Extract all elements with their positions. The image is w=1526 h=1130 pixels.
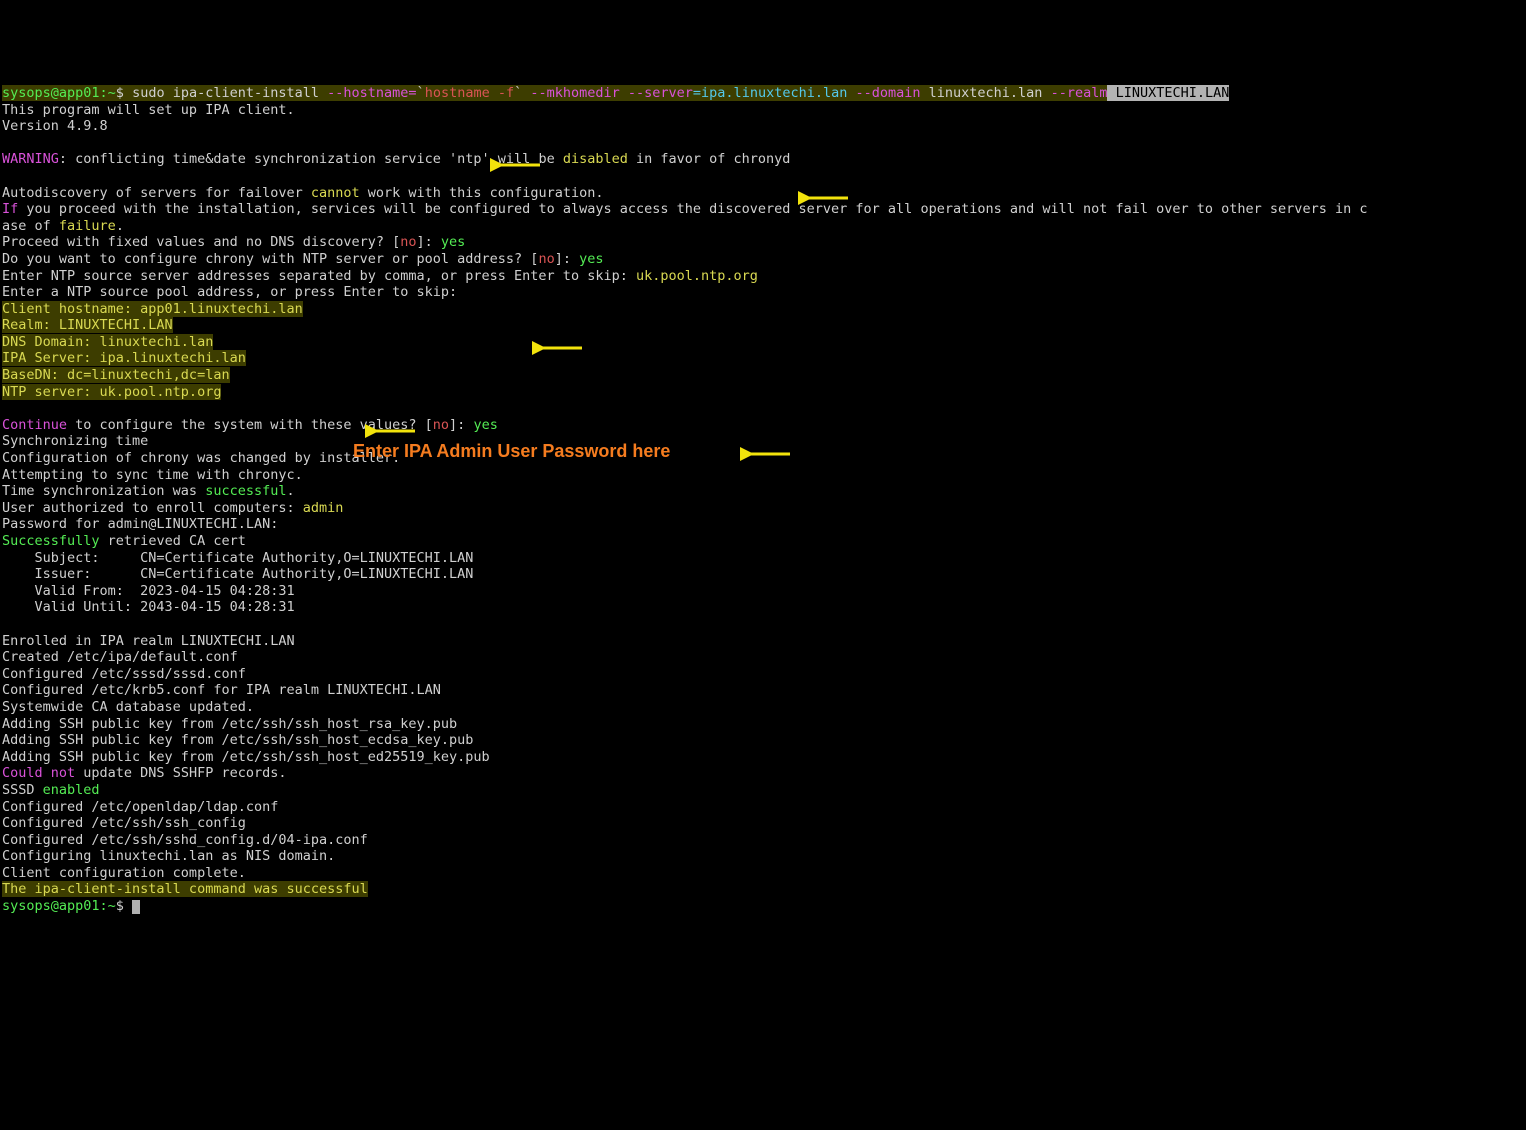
line: Autodiscovery of servers for failover: [2, 185, 311, 201]
line: retrieved CA cert: [100, 533, 246, 549]
line: Adding SSH public key from /etc/ssh/ssh_…: [2, 716, 457, 732]
line: Valid From: 2023-04-15 04:28:31: [2, 583, 295, 599]
line: Subject: CN=Certificate Authority,O=LINU…: [2, 550, 473, 566]
line: Time synchronization was: [2, 483, 205, 499]
info-ntp: NTP server: uk.pool.ntp.org: [2, 384, 221, 400]
info-ipa-server: IPA Server: ipa.linuxtechi.lan: [2, 350, 246, 366]
final-successful: successful: [286, 881, 367, 897]
no: no: [400, 234, 416, 250]
if-label: If: [2, 201, 18, 217]
cmd-hostname-val: hostname -f: [425, 85, 514, 101]
cmd-domain-flag: --domain: [855, 85, 920, 101]
yes: yes: [473, 417, 497, 433]
cmd-realm-flag: --realm: [1051, 85, 1108, 101]
backtick: `: [417, 85, 425, 101]
line: to configure the system with these value…: [67, 417, 433, 433]
line: Enter NTP source server addresses separa…: [2, 268, 636, 284]
line: Adding SSH public key from /etc/ssh/ssh_…: [2, 732, 473, 748]
line: you proceed with the installation, servi…: [18, 201, 1367, 217]
line: This program will set up IPA client.: [2, 102, 295, 118]
line: Client configuration complete.: [2, 865, 246, 881]
line: Created /etc/ipa/default.conf: [2, 649, 238, 665]
line: Configured /etc/sssd/sssd.conf: [2, 666, 246, 682]
info-basedn: BaseDN: dc=linuxtechi,dc=lan: [2, 367, 230, 383]
line: Configuring linuxtechi.lan as NIS domain…: [2, 848, 335, 864]
failure: failure: [59, 218, 116, 234]
yes: yes: [441, 234, 465, 250]
line: ]:: [449, 417, 473, 433]
line: Do you want to configure chrony with NTP…: [2, 251, 538, 267]
line: .: [286, 483, 294, 499]
line: Synchronizing time: [2, 433, 148, 449]
ps1-dollar: $: [116, 898, 132, 914]
line: update DNS SSHFP records.: [75, 765, 286, 781]
ntp-server: uk.pool.ntp.org: [636, 268, 758, 284]
admin-user: admin: [303, 500, 344, 516]
warn-disabled: disabled: [563, 151, 628, 167]
cannot: cannot: [311, 185, 360, 201]
yes: yes: [579, 251, 603, 267]
line: Configured /etc/krb5.conf for IPA realm …: [2, 682, 441, 698]
line: Attempting to sync time with chronyc.: [2, 467, 303, 483]
line: Configured /etc/ssh/ssh_config: [2, 815, 246, 831]
no: no: [538, 251, 554, 267]
line: in favor of chronyd: [628, 151, 791, 167]
ps1-dollar: $: [116, 85, 132, 101]
successfully: Successfully: [2, 533, 100, 549]
cursor-block[interactable]: [132, 900, 140, 914]
line: Enter a NTP source pool address, or pres…: [2, 284, 457, 300]
warning-label: WARNING: [2, 151, 59, 167]
line: work with this configuration.: [360, 185, 604, 201]
cmd-server-val: =ipa.linuxtechi.lan: [693, 85, 856, 101]
line: ]:: [555, 251, 579, 267]
cmd-sudo: sudo ipa-client-install: [132, 85, 327, 101]
line: Configured /etc/ssh/sshd_config.d/04-ipa…: [2, 832, 368, 848]
backtick: `: [514, 85, 530, 101]
line: Configured /etc/openldap/ldap.conf: [2, 799, 278, 815]
final-line: The ipa-client-install command was: [2, 881, 286, 897]
line: Adding SSH public key from /etc/ssh/ssh_…: [2, 749, 490, 765]
cmd-mkhomedir: --mkhomedir --server: [530, 85, 693, 101]
line: Issuer: CN=Certificate Authority,O=LINUX…: [2, 566, 473, 582]
line: Systemwide CA database updated.: [2, 699, 254, 715]
line: .: [116, 218, 124, 234]
cmd-hostname-flag: --hostname=: [327, 85, 416, 101]
info-dns: DNS Domain: linuxtechi.lan: [2, 334, 213, 350]
line: User authorized to enroll computers:: [2, 500, 303, 516]
prompt: sysops@app01:~: [2, 898, 116, 914]
line: Enrolled in IPA realm LINUXTECHI.LAN: [2, 633, 295, 649]
info-hostname: Client hostname: app01.linuxtechi.lan: [2, 301, 303, 317]
line: SSSD: [2, 782, 43, 798]
no: no: [433, 417, 449, 433]
enabled: enabled: [43, 782, 100, 798]
line: Version 4.9.8: [2, 118, 108, 134]
cmd-realm-val: LINUXTECHI.LAN: [1107, 85, 1229, 101]
continue-label: Continue: [2, 417, 67, 433]
successful: successful: [205, 483, 286, 499]
line: Password for admin@LINUXTECHI.LAN:: [2, 516, 278, 532]
line: : conflicting time&date synchronization …: [59, 151, 563, 167]
line: Proceed with fixed values and no DNS dis…: [2, 234, 400, 250]
line: ]:: [417, 234, 441, 250]
line: ase of: [2, 218, 59, 234]
line: Valid Until: 2043-04-15 04:28:31: [2, 599, 295, 615]
prompt: sysops@app01:~: [2, 85, 116, 101]
terminal-output[interactable]: sysops@app01:~$ sudo ipa-client-install …: [0, 66, 1526, 914]
cmd-domain-val: linuxtechi.lan: [921, 85, 1051, 101]
could-not: Could not: [2, 765, 75, 781]
line: Configuration of chrony was changed by i…: [2, 450, 400, 466]
info-realm: Realm: LINUXTECHI.LAN: [2, 317, 173, 333]
